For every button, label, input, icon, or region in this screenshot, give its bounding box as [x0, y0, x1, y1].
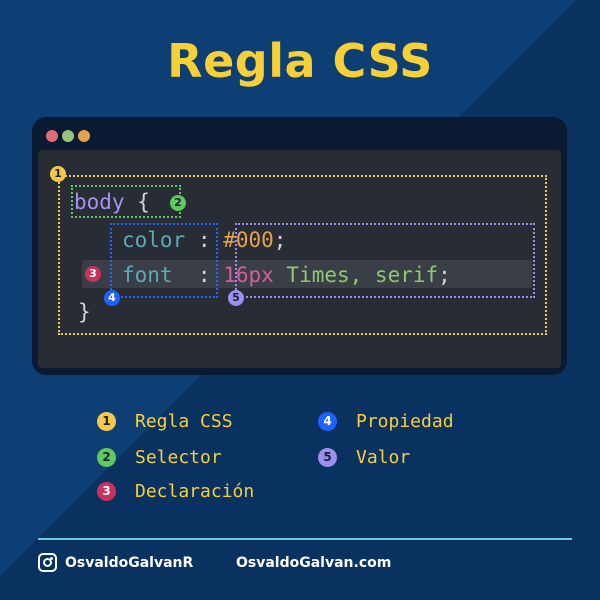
code-editor: body { color : #000; font : 16px Times, …	[38, 150, 561, 368]
code-window: body { color : #000; font : 16px Times, …	[32, 117, 567, 375]
window-zoom-dot[interactable]	[78, 130, 90, 142]
footer-divider	[38, 538, 572, 540]
legend-label-value: Valor	[356, 447, 411, 468]
property-font: font	[122, 263, 173, 287]
legend-badge-value: 5	[318, 448, 337, 467]
semicolon: ;	[273, 228, 287, 252]
value-font-size: 16px	[223, 263, 274, 287]
badge-declaration: 3	[85, 266, 101, 282]
instagram-handle-link[interactable]: OsvaldoGalvanR	[65, 555, 193, 571]
instagram-icon[interactable]	[38, 553, 57, 572]
code-line-font: font : 16px Times, serif;	[122, 263, 451, 287]
window-close-dot[interactable]	[46, 130, 58, 142]
semicolon: ;	[438, 263, 451, 287]
legend-label-rule: Regla CSS	[135, 411, 233, 432]
page-title: Regla CSS	[167, 34, 433, 88]
legend-label-selector: Selector	[135, 447, 222, 468]
value-font-family: Times, serif	[286, 263, 439, 287]
badge-property: 4	[104, 290, 120, 306]
legend-badge-rule: 1	[97, 412, 116, 431]
open-brace: {	[137, 190, 150, 214]
close-brace: }	[78, 300, 91, 324]
selector-text: body	[74, 190, 125, 214]
value-color: #000	[223, 228, 274, 252]
property-color: color	[122, 228, 186, 252]
legend-badge-selector: 2	[97, 448, 116, 467]
colon: :	[197, 228, 211, 252]
legend-label-property: Propiedad	[356, 411, 454, 432]
legend-badge-property: 4	[318, 412, 337, 431]
window-minimize-dot[interactable]	[62, 130, 74, 142]
colon: :	[197, 263, 211, 287]
badge-selector: 2	[170, 195, 186, 211]
code-line-color: color : #000;	[122, 228, 286, 252]
legend-label-declaration: Declaración	[135, 481, 255, 502]
legend-badge-declaration: 3	[97, 482, 116, 501]
website-link[interactable]: OsvaldoGalvan.com	[236, 555, 391, 571]
badge-rule: 1	[50, 166, 66, 182]
badge-value: 5	[228, 290, 244, 306]
code-line-selector: body {	[74, 190, 150, 214]
